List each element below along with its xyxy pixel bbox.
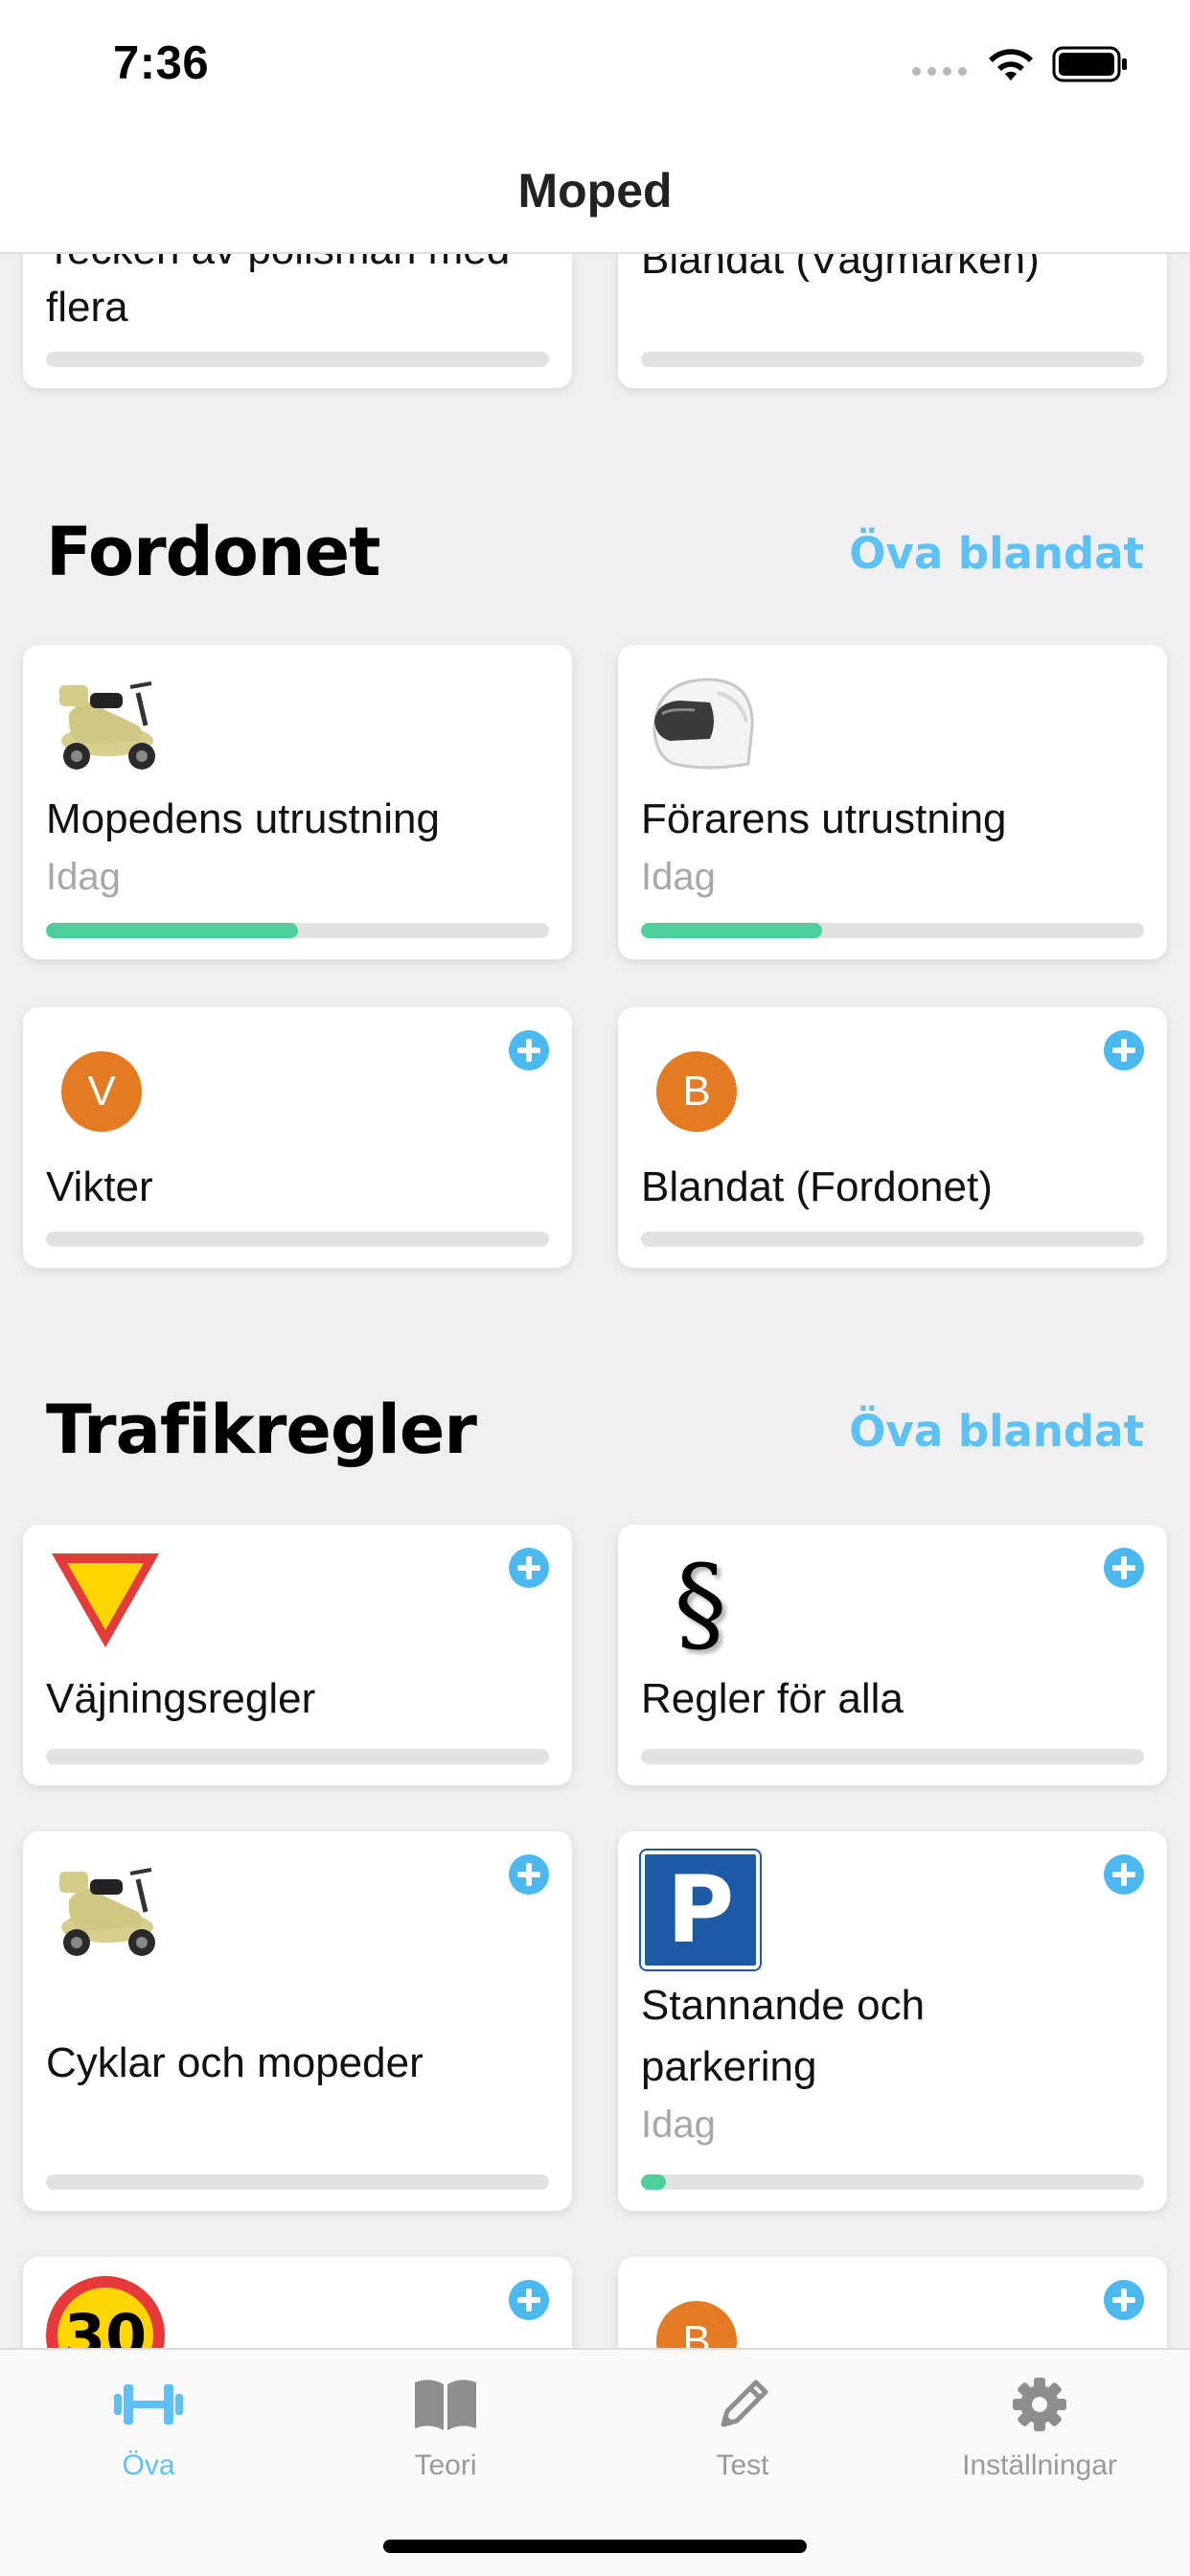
category-card[interactable]: Förarens utrustning Idag bbox=[618, 645, 1167, 959]
progress-fill bbox=[46, 923, 298, 938]
section-title-trafikregler: Trafikregler bbox=[46, 1391, 477, 1469]
progress-bar bbox=[641, 352, 1144, 367]
category-card[interactable]: Väjningsregler bbox=[23, 1525, 572, 1785]
add-icon[interactable] bbox=[509, 1030, 549, 1070]
add-icon[interactable] bbox=[509, 1854, 549, 1895]
progress-bar bbox=[641, 1231, 1144, 1247]
status-time: 7:36 bbox=[113, 37, 210, 89]
category-card[interactable]: § Regler för alla bbox=[618, 1525, 1167, 1785]
card-title: Stannande och bbox=[641, 1982, 926, 2029]
category-card[interactable]: P Stannande och parkering Idag bbox=[618, 1831, 1167, 2211]
progress-fill bbox=[641, 2174, 667, 2190]
card-title: Vikter bbox=[46, 1163, 153, 1210]
card-title: Mopedens utrustning bbox=[46, 795, 440, 842]
card-title: parkering bbox=[641, 2043, 817, 2090]
tab-ova[interactable]: Öva bbox=[0, 2371, 297, 2505]
add-icon[interactable] bbox=[509, 2280, 549, 2320]
card-subtitle: Idag bbox=[46, 856, 121, 898]
card-title: Förarens utrustning bbox=[641, 795, 1007, 842]
add-icon[interactable] bbox=[509, 1548, 549, 1588]
card-subtitle: Idag bbox=[641, 2104, 716, 2146]
progress-bar bbox=[46, 352, 549, 367]
category-card[interactable]: Blandat (Vägmärken) bbox=[618, 254, 1167, 388]
progress-bar bbox=[46, 923, 549, 938]
moped-icon bbox=[59, 681, 155, 770]
progress-bar bbox=[641, 2174, 1144, 2190]
section-title-fordonet: Fordonet bbox=[46, 513, 381, 591]
tab-test[interactable]: Test bbox=[594, 2371, 891, 2505]
page-title: Moped bbox=[517, 163, 673, 218]
letter-badge: B bbox=[656, 1051, 737, 1132]
progress-bar bbox=[641, 1749, 1144, 1764]
yield-sign-icon bbox=[52, 1553, 159, 1647]
card-title: Regler för alla bbox=[641, 1675, 904, 1722]
card-title: Blandat (Vägmärken) bbox=[641, 254, 1040, 283]
card-title: Blandat (Fordonet) bbox=[641, 1163, 993, 1210]
battery-icon bbox=[1052, 46, 1127, 82]
practice-mixed-button[interactable]: Öva blandat bbox=[849, 528, 1144, 579]
add-icon[interactable] bbox=[1104, 1030, 1144, 1070]
progress-fill bbox=[641, 923, 822, 938]
tab-label: Teori bbox=[414, 2450, 477, 2481]
status-bar: 7:36 bbox=[0, 0, 1190, 134]
book-icon bbox=[415, 2380, 476, 2430]
gear-icon bbox=[1013, 2378, 1066, 2431]
progress-bar bbox=[46, 2174, 549, 2190]
category-card[interactable]: 30 bbox=[23, 2257, 572, 2348]
signal-icon bbox=[912, 67, 967, 76]
card-title: flera bbox=[46, 284, 128, 331]
tab-teori[interactable]: Teori bbox=[297, 2371, 594, 2505]
category-card[interactable]: Mopedens utrustning Idag bbox=[23, 645, 572, 959]
category-card[interactable]: B bbox=[618, 2257, 1167, 2348]
practice-mixed-button[interactable]: Öva blandat bbox=[849, 1406, 1144, 1457]
home-indicator bbox=[383, 2540, 807, 2553]
category-card[interactable]: V Vikter bbox=[23, 1007, 572, 1268]
add-icon[interactable] bbox=[1104, 2280, 1144, 2320]
letter-badge: V bbox=[61, 1051, 142, 1132]
progress-bar bbox=[641, 923, 1144, 938]
parking-sign-icon: P bbox=[639, 1849, 762, 1971]
helmet-icon bbox=[652, 678, 754, 770]
add-icon[interactable] bbox=[1104, 1854, 1144, 1895]
card-subtitle: Idag bbox=[641, 856, 716, 898]
tab-label: Test bbox=[716, 2450, 769, 2481]
progress-bar bbox=[46, 1231, 549, 1247]
moped-icon bbox=[59, 1868, 155, 1956]
progress-bar bbox=[46, 1749, 549, 1764]
add-icon[interactable] bbox=[1104, 1548, 1144, 1588]
category-card[interactable]: B Blandat (Fordonet) bbox=[618, 1007, 1167, 1268]
tab-label: Inställningar bbox=[962, 2450, 1117, 2481]
pencil-icon bbox=[721, 2380, 768, 2427]
paragraph-icon: § bbox=[674, 1542, 727, 1665]
practice-list[interactable]: Tecken av polisman med flera Blandat (Vä… bbox=[0, 254, 1190, 2348]
category-card[interactable]: Tecken av polisman med flera bbox=[23, 254, 572, 388]
tab-label: Öva bbox=[122, 2450, 175, 2481]
category-card[interactable]: Cyklar och mopeder bbox=[23, 1831, 572, 2211]
nav-bar: Moped bbox=[0, 134, 1190, 254]
speed-limit-sign-icon: 30 bbox=[46, 2276, 165, 2348]
dumbbell-icon bbox=[114, 2384, 183, 2425]
tab-installningar[interactable]: Inställningar bbox=[891, 2371, 1188, 2505]
card-title: Väjningsregler bbox=[46, 1675, 316, 1722]
wifi-icon bbox=[989, 49, 1033, 80]
letter-badge: B bbox=[656, 2301, 737, 2348]
card-title: Cyklar och mopeder bbox=[46, 2039, 423, 2086]
